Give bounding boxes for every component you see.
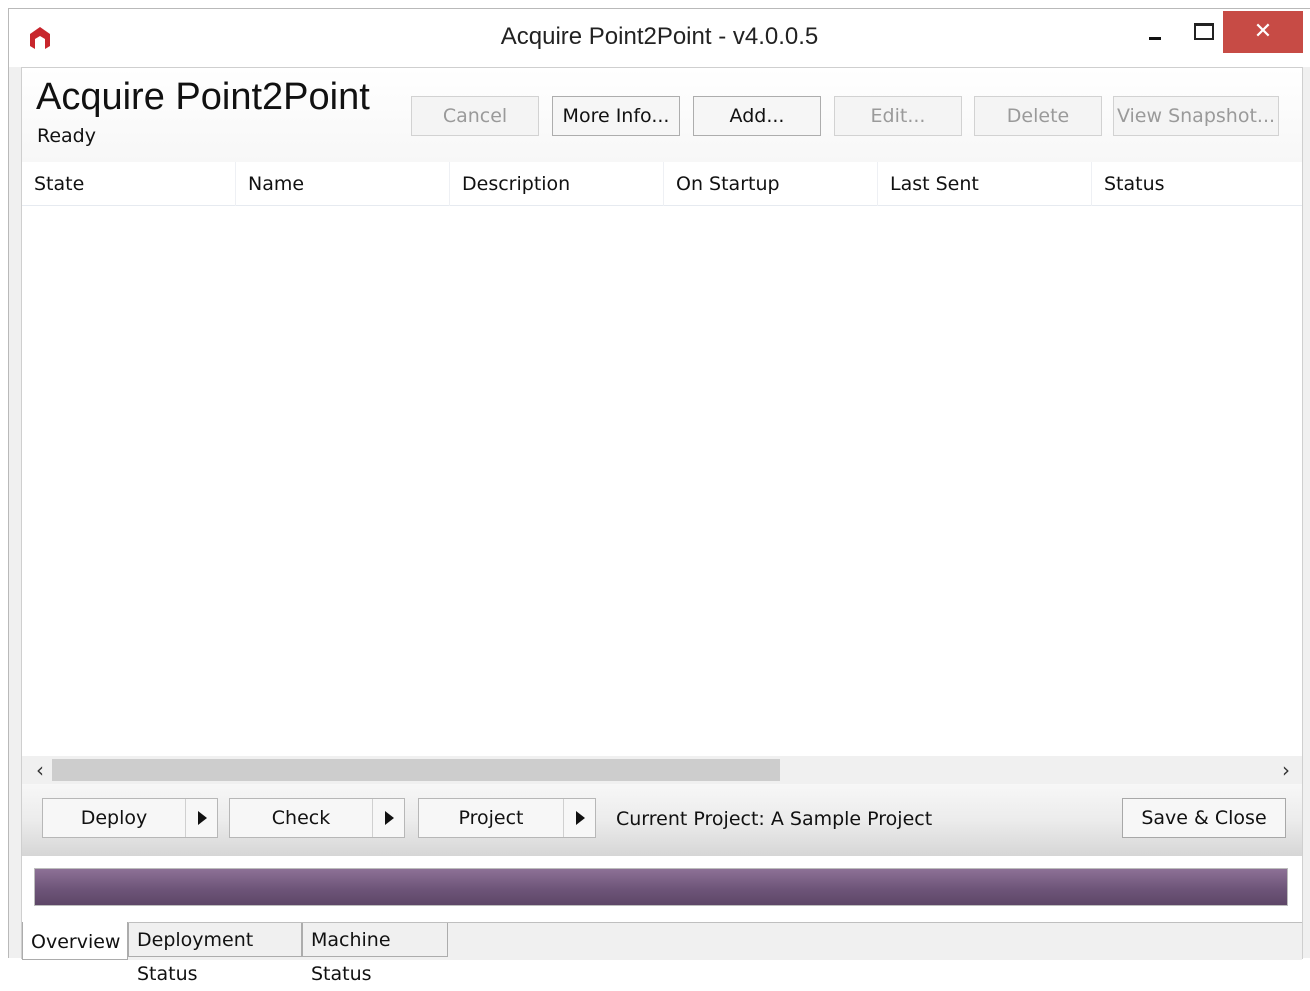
progress-panel bbox=[22, 856, 1302, 922]
column-header-status[interactable]: Status bbox=[1092, 162, 1304, 206]
app-window: Acquire Point2Point - v4.0.0.5 ✕ Acquire… bbox=[8, 8, 1310, 985]
add-button[interactable]: Add... bbox=[693, 96, 821, 136]
close-icon: ✕ bbox=[1253, 19, 1273, 44]
project-split-button[interactable]: Project bbox=[418, 798, 596, 838]
save-close-button[interactable]: Save & Close bbox=[1122, 798, 1286, 838]
app-heading: Acquire Point2Point bbox=[36, 76, 370, 118]
title-bar[interactable]: Acquire Point2Point - v4.0.0.5 ✕ bbox=[9, 9, 1310, 67]
delete-button[interactable]: Delete bbox=[974, 96, 1102, 136]
client-area: Acquire Point2Point Ready Cancel More In… bbox=[21, 67, 1303, 985]
check-split-button[interactable]: Check bbox=[229, 798, 405, 838]
bottom-toolbar: Deploy Check Project Current Project: A … bbox=[22, 784, 1302, 856]
scroll-left-icon[interactable]: ‹ bbox=[28, 756, 52, 784]
deploy-dropdown-arrow-icon[interactable] bbox=[185, 799, 217, 837]
more-info-button[interactable]: More Info... bbox=[552, 96, 680, 136]
view-snapshot-button[interactable]: View Snapshot... bbox=[1113, 96, 1279, 136]
column-header-name[interactable]: Name bbox=[236, 162, 450, 206]
minimize-button[interactable] bbox=[1139, 17, 1173, 53]
header-panel: Acquire Point2Point Ready Cancel More In… bbox=[22, 68, 1302, 162]
status-label: Ready bbox=[37, 125, 96, 147]
check-dropdown-arrow-icon[interactable] bbox=[372, 799, 404, 837]
list-body[interactable] bbox=[22, 206, 1302, 756]
check-button[interactable]: Check bbox=[230, 799, 372, 837]
project-button[interactable]: Project bbox=[419, 799, 563, 837]
list-header: State Name Description On Startup Last S… bbox=[22, 162, 1302, 206]
deploy-button[interactable]: Deploy bbox=[43, 799, 185, 837]
tab-overview[interactable]: Overview bbox=[22, 922, 128, 960]
scroll-right-icon[interactable]: › bbox=[1274, 756, 1298, 784]
maximize-button[interactable] bbox=[1185, 17, 1219, 53]
tab-machine-status[interactable]: Machine Status bbox=[302, 923, 448, 985]
tab-strip: Overview Deployment Status Machine Statu… bbox=[22, 922, 1302, 985]
window-title: Acquire Point2Point - v4.0.0.5 bbox=[500, 23, 819, 50]
close-button[interactable]: ✕ bbox=[1223, 11, 1303, 53]
project-dropdown-arrow-icon[interactable] bbox=[563, 799, 595, 837]
column-header-description[interactable]: Description bbox=[450, 162, 664, 206]
cancel-button[interactable]: Cancel bbox=[411, 96, 539, 136]
edit-button[interactable]: Edit... bbox=[834, 96, 962, 136]
scrollbar-thumb[interactable] bbox=[52, 759, 780, 781]
deploy-split-button[interactable]: Deploy bbox=[42, 798, 218, 838]
column-header-state[interactable]: State bbox=[22, 162, 236, 206]
progress-bar bbox=[34, 868, 1288, 906]
tab-deployment-status[interactable]: Deployment Status bbox=[128, 923, 302, 985]
column-header-on-startup[interactable]: On Startup bbox=[664, 162, 878, 206]
column-header-last-sent[interactable]: Last Sent bbox=[878, 162, 1092, 206]
progress-fill bbox=[35, 869, 1287, 905]
current-project-label: Current Project: A Sample Project bbox=[616, 808, 933, 830]
horizontal-scrollbar[interactable]: ‹ › bbox=[22, 756, 1302, 784]
